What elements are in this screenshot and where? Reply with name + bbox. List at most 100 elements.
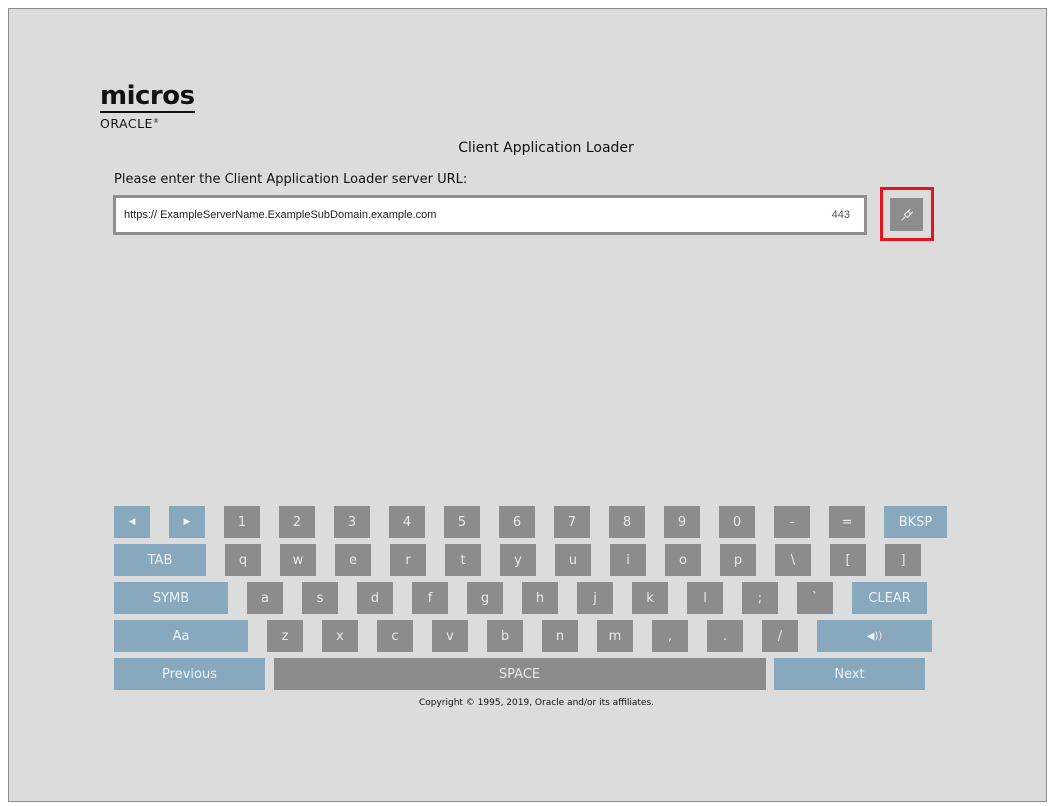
key-3[interactable]: 3 bbox=[334, 506, 370, 538]
arrow-right-key[interactable]: ▶ bbox=[169, 506, 205, 538]
key-next-label: Next bbox=[834, 666, 865, 682]
semicolon-key-label: ; bbox=[757, 590, 763, 606]
key-2-label: 2 bbox=[292, 514, 302, 530]
backtick-key-label: ` bbox=[811, 590, 819, 606]
key-j-label: j bbox=[593, 590, 597, 606]
micros-oracle-logo: micros ORACLE® bbox=[100, 82, 195, 131]
key-n[interactable]: n bbox=[542, 620, 578, 652]
left-bracket-key[interactable]: [ bbox=[830, 544, 866, 576]
key-k-label: k bbox=[646, 590, 654, 606]
key-5[interactable]: 5 bbox=[444, 506, 480, 538]
minus-key[interactable]: - bbox=[774, 506, 810, 538]
key-4[interactable]: 4 bbox=[389, 506, 425, 538]
shift-case-key-label: Aa bbox=[172, 628, 190, 644]
left-bracket-key-label: [ bbox=[845, 552, 851, 568]
period-key[interactable]: . bbox=[707, 620, 743, 652]
key-3-label: 3 bbox=[347, 514, 357, 530]
equals-key-label: = bbox=[841, 514, 853, 530]
key-g-label: g bbox=[480, 590, 490, 606]
key-i[interactable]: i bbox=[610, 544, 646, 576]
key-g[interactable]: g bbox=[467, 582, 503, 614]
key-7-label: 7 bbox=[567, 514, 577, 530]
connect-button[interactable] bbox=[890, 198, 923, 231]
key-4-label: 4 bbox=[402, 514, 412, 530]
semicolon-key[interactable]: ; bbox=[742, 582, 778, 614]
key-u[interactable]: u bbox=[555, 544, 591, 576]
key-f[interactable]: f bbox=[412, 582, 448, 614]
key-d[interactable]: d bbox=[357, 582, 393, 614]
plug-icon bbox=[900, 208, 913, 221]
key-previous[interactable]: Previous bbox=[114, 658, 265, 690]
key-y[interactable]: y bbox=[500, 544, 536, 576]
key-symb-label: SYMB bbox=[152, 590, 190, 606]
key-7[interactable]: 7 bbox=[554, 506, 590, 538]
backslash-key[interactable]: \ bbox=[775, 544, 811, 576]
key-k[interactable]: k bbox=[632, 582, 668, 614]
key-bksp[interactable]: BKSP bbox=[884, 506, 947, 538]
shift-case-key[interactable]: Aa bbox=[114, 620, 248, 652]
key-y-label: y bbox=[514, 552, 522, 568]
server-url-input[interactable]: https:// ExampleServerName.ExampleSubDom… bbox=[113, 195, 867, 235]
key-v[interactable]: v bbox=[432, 620, 468, 652]
key-1-label: 1 bbox=[237, 514, 247, 530]
key-w[interactable]: w bbox=[280, 544, 316, 576]
key-8[interactable]: 8 bbox=[609, 506, 645, 538]
key-x[interactable]: x bbox=[322, 620, 358, 652]
key-next[interactable]: Next bbox=[774, 658, 925, 690]
backslash-key-label: \ bbox=[790, 552, 796, 568]
key-1[interactable]: 1 bbox=[224, 506, 260, 538]
arrow-left-key[interactable]: ◀ bbox=[114, 506, 150, 538]
period-key-label: . bbox=[722, 628, 728, 644]
key-e[interactable]: e bbox=[335, 544, 371, 576]
key-l[interactable]: l bbox=[687, 582, 723, 614]
keyboard-row-4: Aa z x c v b n m,. / ◀)) bbox=[114, 620, 932, 652]
server-url-value[interactable]: https:// ExampleServerName.ExampleSubDom… bbox=[124, 209, 436, 221]
key-2[interactable]: 2 bbox=[279, 506, 315, 538]
key-p[interactable]: p bbox=[720, 544, 756, 576]
key-j[interactable]: j bbox=[577, 582, 613, 614]
key-o[interactable]: o bbox=[665, 544, 701, 576]
key-tab[interactable]: TAB bbox=[114, 544, 206, 576]
right-bracket-key[interactable]: ] bbox=[885, 544, 921, 576]
key-clear[interactable]: CLEAR bbox=[852, 582, 927, 614]
key-t[interactable]: t bbox=[445, 544, 481, 576]
key-q[interactable]: q bbox=[225, 544, 261, 576]
key-l-label: l bbox=[703, 590, 707, 606]
key-bksp-label: BKSP bbox=[898, 514, 933, 530]
key-s[interactable]: s bbox=[302, 582, 338, 614]
equals-key[interactable]: = bbox=[829, 506, 865, 538]
speaker-key[interactable]: ◀)) bbox=[817, 620, 932, 652]
slash-key-label: / bbox=[777, 628, 783, 644]
key-0[interactable]: 0 bbox=[719, 506, 755, 538]
key-p-label: p bbox=[733, 552, 743, 568]
backtick-key[interactable]: ` bbox=[797, 582, 833, 614]
key-a[interactable]: a bbox=[247, 582, 283, 614]
keyboard-row-2: TAB q w e r t y u i o p \ [] bbox=[114, 544, 925, 576]
key-clear-label: CLEAR bbox=[868, 590, 911, 606]
server-port-value[interactable]: 443 bbox=[832, 209, 850, 221]
key-c-label: c bbox=[391, 628, 399, 644]
key-o-label: o bbox=[679, 552, 687, 568]
key-symb[interactable]: SYMB bbox=[114, 582, 228, 614]
key-r[interactable]: r bbox=[390, 544, 426, 576]
key-b-label: b bbox=[500, 628, 510, 644]
key-h[interactable]: h bbox=[522, 582, 558, 614]
arrow-left-key-label: ◀ bbox=[128, 517, 136, 527]
key-space[interactable]: SPACE bbox=[273, 658, 766, 690]
key-h-label: h bbox=[535, 590, 545, 606]
comma-key[interactable]: , bbox=[652, 620, 688, 652]
key-b[interactable]: b bbox=[487, 620, 523, 652]
right-bracket-key-label: ] bbox=[900, 552, 906, 568]
key-m[interactable]: m bbox=[597, 620, 633, 652]
key-9[interactable]: 9 bbox=[664, 506, 700, 538]
key-tab-label: TAB bbox=[147, 552, 173, 568]
key-6[interactable]: 6 bbox=[499, 506, 535, 538]
comma-key-label: , bbox=[667, 628, 673, 644]
key-z[interactable]: z bbox=[267, 620, 303, 652]
key-6-label: 6 bbox=[512, 514, 522, 530]
slash-key[interactable]: / bbox=[762, 620, 798, 652]
key-c[interactable]: c bbox=[377, 620, 413, 652]
key-q-label: q bbox=[238, 552, 248, 568]
key-s-label: s bbox=[316, 590, 324, 606]
logo-oracle: ORACLE® bbox=[100, 116, 160, 132]
